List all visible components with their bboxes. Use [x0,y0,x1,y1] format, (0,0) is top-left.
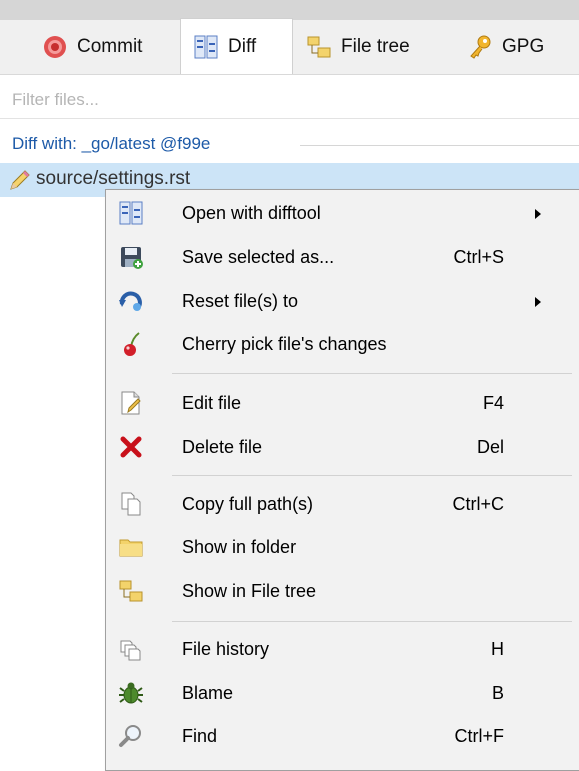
menu-item-label: Reset file(s) to [182,291,299,311]
commit-icon [42,34,68,60]
save-icon [118,244,144,270]
menu-item-label: Blame [182,683,234,703]
tab-gpg[interactable]: GPG [467,20,544,74]
menu-item-label: Save selected as... [182,247,335,267]
folder-icon [118,534,144,560]
divider [300,145,579,146]
menu-separator [172,373,572,374]
menu-item-find[interactable]: Find Ctrl+F [106,715,579,758]
shortcut-label: F4 [482,393,504,413]
delete-icon [118,434,144,460]
menu-item-reset-files-to[interactable]: Reset file(s) to [106,280,579,323]
menu-item-file-history[interactable]: File history H [106,628,579,671]
menu-item-blame[interactable]: Blame B [106,672,579,715]
submenu-arrow-icon [535,297,541,307]
menu-item-label: Cherry pick file's changes [182,334,387,354]
menu-separator [172,621,572,622]
tab-label: Diff [228,35,257,57]
menu-item-label: Show in folder [182,537,297,557]
menu-item-delete-file[interactable]: Delete file Del [106,426,579,469]
tab-commit[interactable]: Commit [42,20,142,74]
menu-item-open-with-difftool[interactable]: Open with difftool [106,192,579,235]
tab-diff[interactable]: Diff [180,18,293,74]
diff-with-header: Diff with: _go/latest @f99e [12,134,217,154]
submenu-arrow-icon [535,209,541,219]
shortcut-label: Ctrl+S [453,247,504,267]
menu-item-cherry-pick[interactable]: Cherry pick file's changes [106,323,579,366]
menu-item-label: Find [182,726,218,746]
shortcut-label: Del [476,437,504,457]
menu-item-save-selected-as[interactable]: Save selected as... Ctrl+S [106,236,579,279]
menu-item-label: File history [182,639,270,659]
cherry-icon [118,331,144,357]
divider [0,118,579,119]
menu-item-label: Show in File tree [182,581,317,601]
history-icon [118,636,144,662]
shortcut-label: Ctrl+F [454,726,505,746]
menu-item-label: Copy full path(s) [182,494,314,514]
find-icon [118,723,144,749]
menu-item-copy-full-paths[interactable]: Copy full path(s) Ctrl+C [106,483,579,526]
shortcut-label: Ctrl+C [452,494,504,514]
context-menu: Open with difftool Save selected as... C… [105,189,579,771]
shortcut-label: B [491,683,504,703]
menu-item-label: Edit file [182,393,242,413]
copy-icon [118,491,144,517]
file-tree-icon [118,578,144,604]
shortcut-label: H [491,639,504,659]
pencil-icon [8,170,32,192]
tab-file-tree[interactable]: File tree [306,20,410,74]
tab-label: GPG [502,36,545,57]
menu-item-edit-file[interactable]: Edit file F4 [106,382,579,425]
file-name: source/settings.rst [36,168,191,189]
menu-separator [172,475,572,476]
menu-item-show-in-folder[interactable]: Show in folder [106,526,579,569]
blame-bug-icon [118,680,144,706]
reset-icon [118,288,144,314]
menu-item-label: Open with difftool [182,203,321,223]
file-tree-icon [306,34,332,60]
key-icon [467,34,493,60]
edit-file-icon [118,390,144,416]
tab-label: Commit [77,36,143,57]
menu-item-show-in-file-tree[interactable]: Show in File tree [106,570,579,613]
filter-files-input[interactable]: Filter files... [12,90,99,110]
window-top-strip [0,0,579,20]
difftool-icon [118,200,144,226]
menu-item-label: Delete file [182,437,263,457]
diff-icon [193,34,219,60]
tab-bar: Commit Diff File tree GPG [0,18,579,75]
tab-label: File tree [341,36,410,57]
